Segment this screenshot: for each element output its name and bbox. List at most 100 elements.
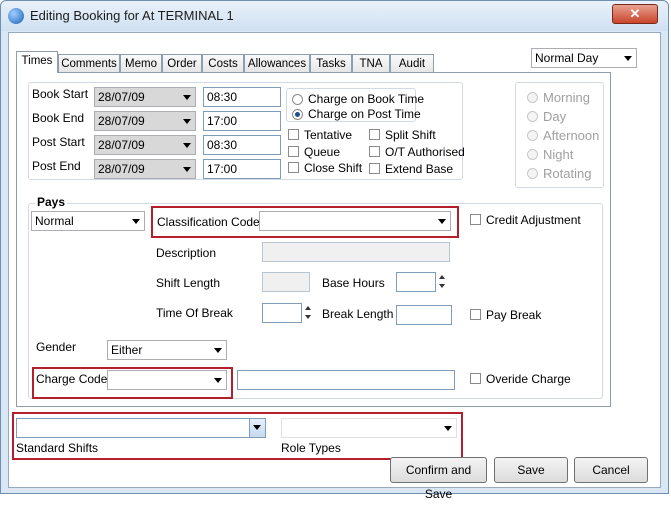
ot-authorised-checkbox[interactable] [369,146,380,157]
book-end-time[interactable]: 17:00 [203,111,281,131]
post-end-date[interactable]: 28/07/09 [94,159,196,179]
time-of-break-spinner[interactable] [303,303,313,323]
classification-code-select[interactable] [259,211,451,231]
standard-shifts-select[interactable] [16,418,266,438]
overide-charge-label: Overide Charge [486,372,571,386]
extend-base-checkbox[interactable] [369,163,380,174]
ot-authorised-label: O/T Authorised [385,145,465,159]
tentative-checkbox[interactable] [288,129,299,140]
chevron-down-icon [183,143,191,148]
book-start-label: Book Start [32,87,89,101]
app-icon [8,8,24,24]
dropdown-button [249,419,265,437]
tab-costs[interactable]: Costs [202,54,244,72]
pay-break-checkbox[interactable] [470,309,481,320]
window-title: Editing Booking for At TERMINAL 1 [30,8,234,23]
chevron-down-icon [132,219,140,224]
overide-charge-checkbox[interactable] [470,373,481,384]
queue-checkbox[interactable] [288,146,299,157]
break-length-field[interactable] [396,305,452,325]
chevron-down-icon [253,425,261,430]
book-start-time[interactable]: 08:30 [203,87,281,107]
chevron-down-icon [444,426,452,431]
split-shift-checkbox[interactable] [369,129,380,140]
break-length-label: Break Length [322,307,394,321]
close-shift-checkbox[interactable] [288,162,299,173]
morning-radio[interactable] [527,92,538,103]
book-start-date[interactable]: 28/07/09 [94,87,196,107]
post-end-time[interactable]: 17:00 [203,159,281,179]
save-button[interactable]: Save [494,457,568,483]
gender-value: Either [111,343,143,357]
description-field[interactable] [262,242,450,262]
book-end-label: Book End [32,111,85,125]
morning-label: Morning [543,90,590,105]
close-shift-label: Close Shift [304,161,363,175]
pay-break-label: Pay Break [486,308,542,322]
day-type-select[interactable]: Normal Day [531,48,637,68]
book-start-date-value: 28/07/09 [98,90,145,104]
credit-adjustment-label: Credit Adjustment [486,213,581,227]
rotating-radio[interactable] [527,168,538,179]
pay-type-select[interactable]: Normal [31,211,145,231]
tab-times[interactable]: Times [16,51,58,73]
spin-up-icon [305,306,311,310]
chevron-down-icon [214,378,222,383]
spin-down-icon [439,284,445,288]
pay-type-value: Normal [35,214,74,228]
post-start-time[interactable]: 08:30 [203,135,281,155]
chevron-down-icon [183,95,191,100]
day-label: Day [543,109,567,124]
post-start-date[interactable]: 28/07/09 [94,135,196,155]
shift-length-label: Shift Length [156,276,221,290]
role-types-select[interactable] [281,418,457,438]
afternoon-radio[interactable] [527,130,538,141]
base-hours-spinner[interactable] [437,272,447,292]
shift-length-field[interactable] [262,272,310,292]
tab-allowances[interactable]: Allowances [244,54,310,72]
tab-comments[interactable]: Comments [58,54,120,72]
confirm-and-save-button[interactable]: Confirm and Save [390,457,487,501]
tab-order[interactable]: Order [162,54,202,72]
tab-tna[interactable]: TNA [352,54,390,72]
tab-tasks[interactable]: Tasks [310,54,352,72]
afternoon-label: Afternoon [543,128,600,143]
tab-audit[interactable]: Audit [390,54,434,72]
book-end-date-value: 28/07/09 [98,114,145,128]
cancel-button[interactable]: Cancel [574,457,648,483]
close-button[interactable]: ✕ [612,4,658,24]
role-types-label: Role Types [281,441,341,455]
night-radio[interactable] [527,149,538,160]
chevron-down-icon [183,119,191,124]
credit-adjustment-checkbox[interactable] [470,214,481,225]
base-hours-field[interactable] [396,272,436,292]
description-label: Description [156,246,217,260]
day-type-value: Normal Day [535,51,599,65]
tentative-label: Tentative [304,128,353,142]
book-end-date[interactable]: 28/07/09 [94,111,196,131]
extend-base-label: Extend Base [385,162,454,176]
night-label: Night [543,147,574,162]
classification-code-label: Classification Code [157,215,260,229]
time-of-break-field[interactable] [262,303,302,323]
chevron-down-icon [624,56,632,61]
post-end-label: Post End [32,159,81,173]
charge-code-description[interactable] [237,370,455,390]
charge-code-select[interactable] [107,370,227,390]
charge-post-time-radio[interactable] [292,109,303,120]
time-of-break-label: Time Of Break [156,306,233,320]
pays-header: Pays [35,195,68,209]
queue-label: Queue [304,145,341,159]
spin-down-icon [305,315,311,319]
chevron-down-icon [183,167,191,172]
standard-shifts-label: Standard Shifts [16,441,99,455]
chevron-down-icon [214,348,222,353]
day-radio[interactable] [527,111,538,122]
gender-select[interactable]: Either [107,340,227,360]
post-start-date-value: 28/07/09 [98,138,145,152]
tab-memo[interactable]: Memo [120,54,162,72]
charge-book-time-radio[interactable] [292,94,303,105]
split-shift-label: Split Shift [385,128,436,142]
charge-post-time-label: Charge on Post Time [308,107,421,121]
post-end-date-value: 28/07/09 [98,162,145,176]
